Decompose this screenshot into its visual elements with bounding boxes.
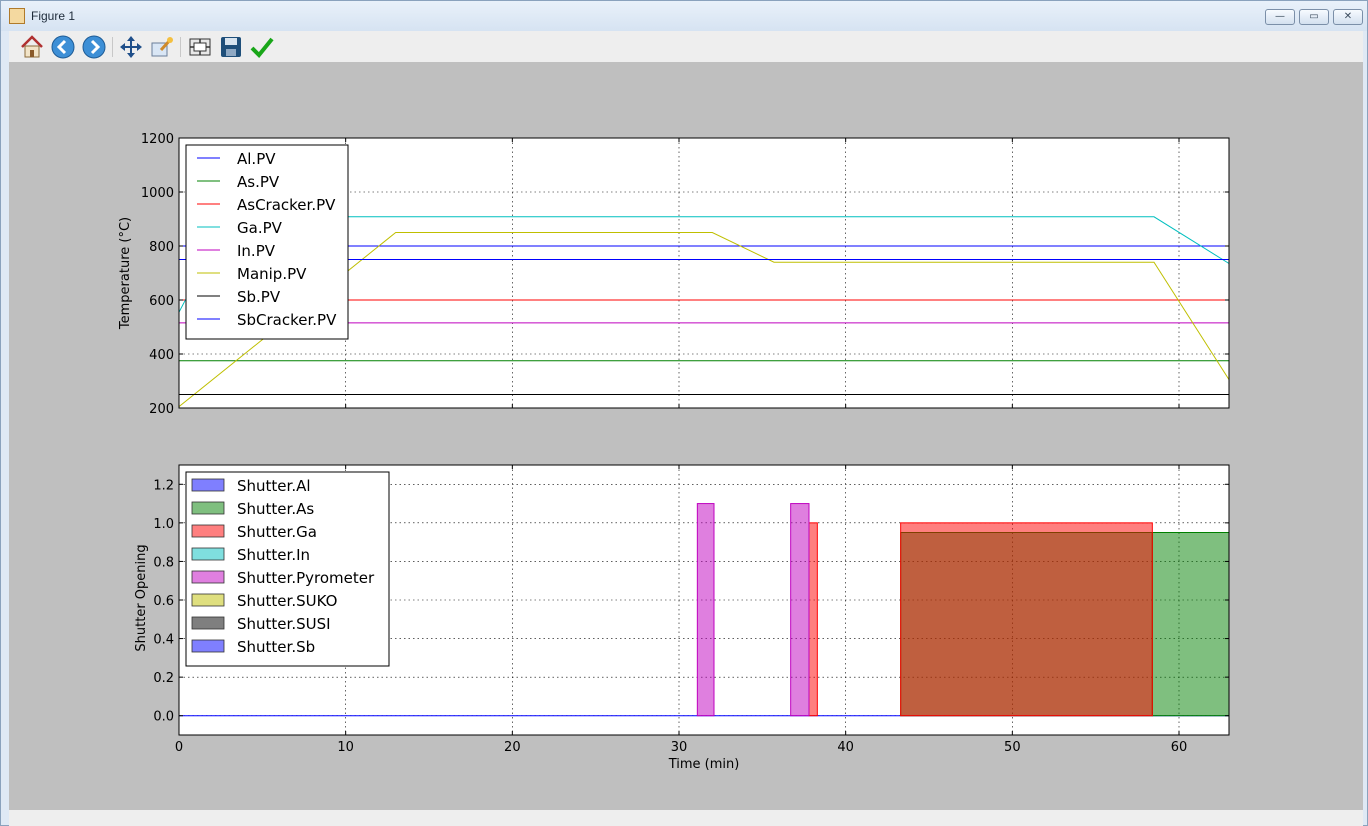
edit-parameters-icon	[250, 37, 274, 58]
legend-swatch	[191, 478, 225, 492]
y-tick-label: 1000	[141, 186, 174, 201]
y-tick-label: 0.2	[153, 671, 174, 686]
legend-label: Shutter.SUSI	[237, 615, 331, 633]
forward-icon	[82, 35, 106, 59]
close-button[interactable]: ✕	[1333, 9, 1363, 25]
back-icon	[51, 35, 75, 59]
legend-label: SbCracker.PV	[237, 311, 337, 329]
shutter-bar	[790, 503, 810, 717]
zoom-icon	[151, 37, 173, 57]
home-button[interactable]	[19, 34, 45, 60]
legend-label: AsCracker.PV	[237, 196, 336, 214]
pan-icon	[120, 36, 142, 58]
home-icon	[21, 35, 43, 58]
legend-label: Shutter.SUKO	[237, 592, 337, 610]
shutter-bar	[808, 522, 818, 717]
axes-1	[178, 137, 1230, 409]
save-button[interactable]	[218, 34, 244, 60]
legend-label: As.PV	[237, 173, 280, 191]
legend-label: Al.PV	[237, 150, 276, 168]
y-tick-label: 0.8	[153, 555, 174, 570]
y-tick-label: 1.0	[153, 517, 174, 532]
shutter-bar	[1151, 532, 1230, 717]
window-title: Figure 1	[31, 9, 76, 23]
title-bar[interactable]: Figure 1 — ▭ ✕	[1, 1, 1367, 31]
x-tick-label: 20	[504, 740, 521, 755]
x-tick-label: 60	[1171, 740, 1188, 755]
legend-label: Shutter.Ga	[237, 523, 317, 541]
figure-window: Figure 1 — ▭ ✕ 200 400 600 800 1000 1200…	[0, 0, 1368, 826]
y-tick-label: 400	[149, 348, 174, 363]
y-tick-label: 600	[149, 294, 174, 309]
shutter-bar	[900, 522, 1153, 717]
legend-swatch	[191, 547, 225, 561]
legend-swatch	[191, 639, 225, 653]
edit-parameters-button[interactable]	[249, 34, 275, 60]
legend-label: Sb.PV	[237, 288, 281, 306]
x-tick-label: 0	[175, 740, 183, 755]
legend-swatch	[191, 501, 225, 515]
y-axis-label: Shutter Opening	[134, 544, 149, 651]
x-tick-label: 40	[837, 740, 854, 755]
legend-label: Shutter.In	[237, 546, 310, 564]
x-tick-label: 30	[671, 740, 688, 755]
maximize-button[interactable]: ▭	[1299, 9, 1329, 25]
legend-label: Shutter.Pyrometer	[237, 569, 375, 587]
status-bar	[9, 810, 1363, 826]
figure-plot: 20040060080010001200Temperature (°C)Al.P…	[118, 132, 1230, 772]
y-tick-label: 1.2	[153, 478, 174, 493]
x-tick-label: 10	[337, 740, 354, 755]
save-icon	[221, 37, 241, 57]
zoom-button[interactable]	[149, 34, 175, 60]
legend-label: In.PV	[237, 242, 276, 260]
legend-label: Ga.PV	[237, 219, 283, 237]
toolbar-separator	[112, 37, 113, 57]
y-axis-label: Temperature (°C)	[118, 217, 133, 330]
navigation-toolbar	[9, 31, 1363, 63]
app-icon	[9, 8, 25, 24]
minimize-button[interactable]: —	[1265, 9, 1295, 25]
x-axis-label: Time (min)	[668, 757, 740, 772]
configure-subplots-button[interactable]	[187, 34, 213, 60]
legend-swatch	[191, 524, 225, 538]
y-tick-label: 0.6	[153, 594, 174, 609]
legend-label: Manip.PV	[237, 265, 307, 283]
figure-canvas[interactable]: 200 400 600 800 1000 1200 Temperature (°C) Al.P…	[9, 62, 1363, 810]
y-tick-label: 800	[149, 240, 174, 255]
configure-subplots-icon	[189, 38, 211, 56]
y-tick-label: 0.4	[153, 633, 174, 648]
y-tick-label: 1200	[141, 132, 174, 147]
legend-swatch	[191, 570, 225, 584]
legend-swatch	[191, 616, 225, 630]
pan-button[interactable]	[118, 34, 144, 60]
y-tick-label: 0.0	[153, 710, 174, 725]
shutter-bar	[696, 503, 715, 717]
legend-label: Shutter.Al	[237, 477, 311, 495]
legend-label: Shutter.As	[237, 500, 314, 518]
back-button[interactable]	[50, 34, 76, 60]
x-tick-label: 50	[1004, 740, 1021, 755]
legend-label: Shutter.Sb	[237, 638, 315, 656]
forward-button[interactable]	[81, 34, 107, 60]
toolbar-separator	[180, 37, 181, 57]
y-tick-label: 200	[149, 402, 174, 417]
legend-swatch	[191, 593, 225, 607]
